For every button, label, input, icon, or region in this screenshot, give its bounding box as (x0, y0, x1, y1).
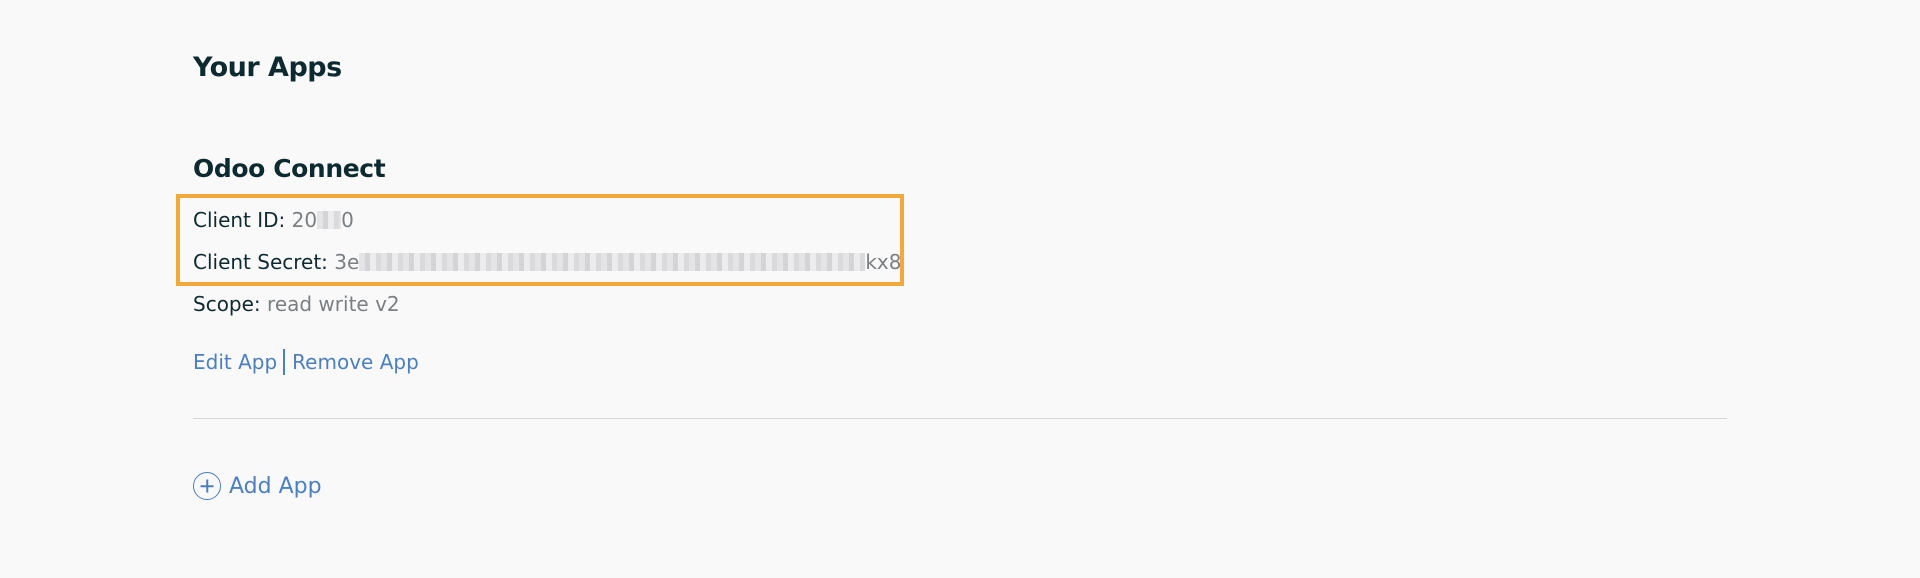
client-id-row: Client ID: 20 0 (193, 208, 354, 232)
scope-value: read write v2 (267, 292, 400, 316)
action-separator (283, 349, 286, 375)
client-secret-value-end: kx8 (865, 250, 902, 274)
client-secret-label: Client Secret: (193, 250, 328, 274)
app-actions: Edit App Remove App (193, 349, 419, 375)
section-divider (193, 418, 1727, 419)
add-app-label: Add App (229, 473, 322, 499)
edit-app-link[interactable]: Edit App (193, 350, 277, 374)
app-name: Odoo Connect (193, 154, 386, 183)
client-id-label: Client ID: (193, 208, 286, 232)
scope-row: Scope: read write v2 (193, 292, 400, 316)
client-secret-row: Client Secret: 3e kx8 (193, 250, 901, 274)
client-id-value: 20 0 (292, 208, 354, 232)
client-secret-value-start: 3e (334, 250, 360, 274)
remove-app-link[interactable]: Remove App (292, 350, 419, 374)
client-secret-redaction (359, 253, 866, 271)
client-secret-value: 3e kx8 (334, 250, 901, 274)
plus-circle-icon (193, 472, 221, 500)
page-title: Your Apps (193, 52, 342, 83)
add-app-button[interactable]: Add App (193, 472, 322, 500)
client-id-redaction (317, 211, 342, 229)
client-id-value-end: 0 (341, 208, 354, 232)
scope-label: Scope: (193, 292, 261, 316)
client-id-value-start: 20 (291, 208, 318, 232)
